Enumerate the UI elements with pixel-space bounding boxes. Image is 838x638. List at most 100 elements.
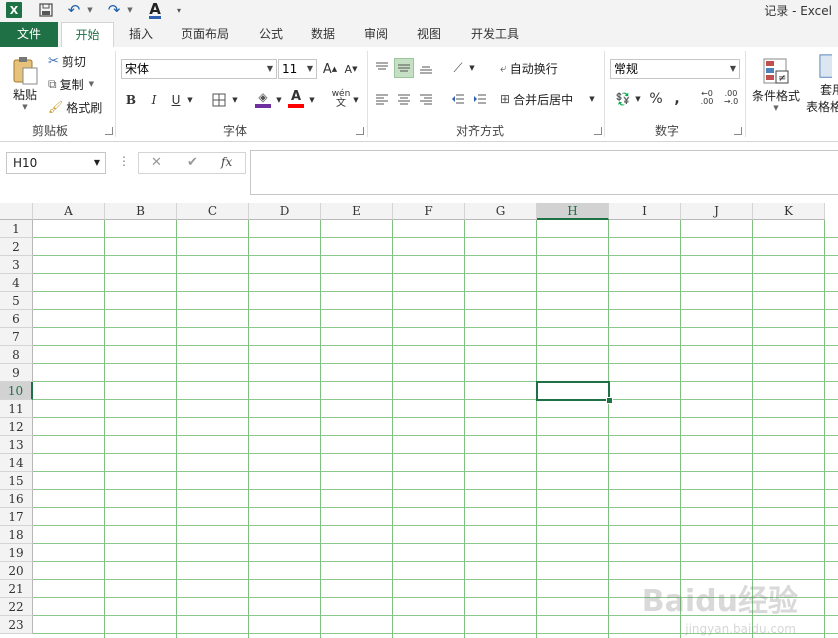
increase-indent-icon[interactable] (470, 89, 490, 109)
column-header-k[interactable]: K (753, 203, 825, 220)
row-header-14[interactable]: 14 (0, 454, 33, 472)
align-left-icon[interactable] (372, 89, 392, 109)
format-painter-button[interactable]: 🖌 格式刷 (48, 98, 112, 116)
decrease-decimal-icon[interactable]: .00 →.0 (720, 87, 742, 109)
tab-file[interactable]: 文件 (0, 22, 58, 47)
save-icon[interactable] (38, 1, 54, 19)
align-top-icon[interactable] (372, 58, 392, 78)
conditional-format-button[interactable]: ≠ 条件格式 ▼ (750, 53, 802, 115)
row-header-2[interactable]: 2 (0, 238, 33, 256)
clipboard-launcher-icon[interactable] (105, 127, 113, 135)
row-header-17[interactable]: 17 (0, 508, 33, 526)
borders-dropdown-icon[interactable]: ▼ (231, 90, 239, 110)
number-format-combo[interactable]: 常规 ▼ (610, 59, 740, 79)
row-header-23[interactable]: 23 (0, 616, 33, 634)
increase-font-icon[interactable]: A ▲ (322, 60, 338, 78)
bold-button[interactable]: B (123, 90, 139, 110)
wrap-text-button[interactable]: ⤶ 自动换行 (500, 58, 572, 78)
column-header-f[interactable]: F (393, 203, 465, 220)
decrease-font-icon[interactable]: A ▼ (343, 60, 359, 78)
row-header-1[interactable]: 1 (0, 220, 33, 238)
column-header-g[interactable]: G (465, 203, 537, 220)
row-header-8[interactable]: 8 (0, 346, 33, 364)
align-middle-icon[interactable] (394, 58, 414, 78)
align-right-icon[interactable] (416, 89, 436, 109)
column-header-b[interactable]: B (105, 203, 177, 220)
tab-home[interactable]: 开始 (61, 22, 114, 47)
row-header-16[interactable]: 16 (0, 490, 33, 508)
row-header-20[interactable]: 20 (0, 562, 33, 580)
row-header-18[interactable]: 18 (0, 526, 33, 544)
select-all-corner[interactable] (0, 203, 33, 220)
merge-center-button[interactable]: ⊞ 合并后居中 (500, 89, 584, 109)
tab-page-layout[interactable]: 页面布局 (170, 22, 240, 47)
redo-dropdown-icon[interactable]: ▼ (126, 1, 134, 19)
insert-function-icon[interactable]: fx (221, 155, 232, 169)
row-header-7[interactable]: 7 (0, 328, 33, 346)
cut-button[interactable]: ✂ 剪切 (48, 52, 108, 70)
tab-view[interactable]: 视图 (406, 22, 452, 47)
font-launcher-icon[interactable] (356, 127, 364, 135)
align-bottom-icon[interactable] (416, 58, 436, 78)
font-color-icon[interactable]: A (286, 88, 306, 110)
row-header-10[interactable]: 10 (0, 382, 33, 400)
italic-button[interactable]: I (146, 90, 162, 110)
currency-icon[interactable]: 💱 (612, 89, 634, 109)
enter-icon[interactable]: ✔ (187, 155, 198, 170)
format-as-table-button[interactable]: 套用 表格格 (806, 53, 838, 115)
underline-button[interactable]: U (168, 90, 184, 110)
orientation-dropdown-icon[interactable]: ▼ (468, 58, 476, 78)
row-header-9[interactable]: 9 (0, 364, 33, 382)
undo-icon[interactable]: ↶ (66, 1, 82, 19)
row-header-22[interactable]: 22 (0, 598, 33, 616)
row-header-3[interactable]: 3 (0, 256, 33, 274)
currency-dropdown-icon[interactable]: ▼ (634, 89, 642, 109)
fill-color-dropdown-icon[interactable]: ▼ (275, 90, 283, 110)
row-header-4[interactable]: 4 (0, 274, 33, 292)
copy-button[interactable]: ⧉ 复制 ▼ (48, 75, 112, 93)
column-header-a[interactable]: A (33, 203, 105, 220)
align-center-icon[interactable] (394, 89, 414, 109)
cancel-icon[interactable]: ✕ (151, 155, 162, 170)
column-header-d[interactable]: D (249, 203, 321, 220)
font-color-qat-icon[interactable]: A (146, 1, 164, 19)
row-header-15[interactable]: 15 (0, 472, 33, 490)
row-header-21[interactable]: 21 (0, 580, 33, 598)
font-name-combo[interactable]: 宋体 ▼ (121, 59, 277, 79)
font-color-dropdown-icon[interactable]: ▼ (308, 90, 316, 110)
row-header-5[interactable]: 5 (0, 292, 33, 310)
orientation-icon[interactable]: ⟋ (448, 58, 468, 78)
row-header-11[interactable]: 11 (0, 400, 33, 418)
column-header-e[interactable]: E (321, 203, 393, 220)
formula-input[interactable] (250, 150, 838, 195)
font-size-combo[interactable]: 11 ▼ (278, 59, 317, 79)
column-header-j[interactable]: J (681, 203, 753, 220)
row-header-13[interactable]: 13 (0, 436, 33, 454)
percent-button[interactable]: % (647, 89, 665, 109)
paste-button[interactable]: 粘贴 ▼ (8, 53, 42, 113)
row-header-6[interactable]: 6 (0, 310, 33, 328)
phonetic-icon[interactable]: wén 文 (330, 88, 352, 110)
comma-button[interactable]: , (670, 89, 684, 109)
tab-developer[interactable]: 开发工具 (460, 22, 530, 47)
redo-icon[interactable]: ↷ (106, 1, 122, 19)
tab-formulas[interactable]: 公式 (248, 22, 294, 47)
tab-data[interactable]: 数据 (300, 22, 346, 47)
merge-dropdown-icon[interactable]: ▼ (588, 89, 596, 109)
phonetic-dropdown-icon[interactable]: ▼ (352, 90, 360, 110)
undo-dropdown-icon[interactable]: ▼ (86, 1, 94, 19)
row-header-12[interactable]: 12 (0, 418, 33, 436)
tab-review[interactable]: 审阅 (353, 22, 399, 47)
column-header-c[interactable]: C (177, 203, 249, 220)
fill-color-icon[interactable]: ◈ (253, 88, 273, 110)
customize-qat-icon[interactable]: ▾ (174, 1, 184, 19)
underline-dropdown-icon[interactable]: ▼ (186, 90, 194, 110)
number-launcher-icon[interactable] (734, 127, 742, 135)
name-box[interactable]: H10 ▼ (6, 152, 106, 174)
fill-handle[interactable] (606, 397, 613, 404)
decrease-indent-icon[interactable] (448, 89, 468, 109)
column-header-h[interactable]: H (537, 203, 609, 220)
more-options-icon[interactable]: ⋮ (118, 154, 130, 168)
tab-insert[interactable]: 插入 (118, 22, 164, 47)
borders-icon[interactable] (209, 90, 229, 110)
